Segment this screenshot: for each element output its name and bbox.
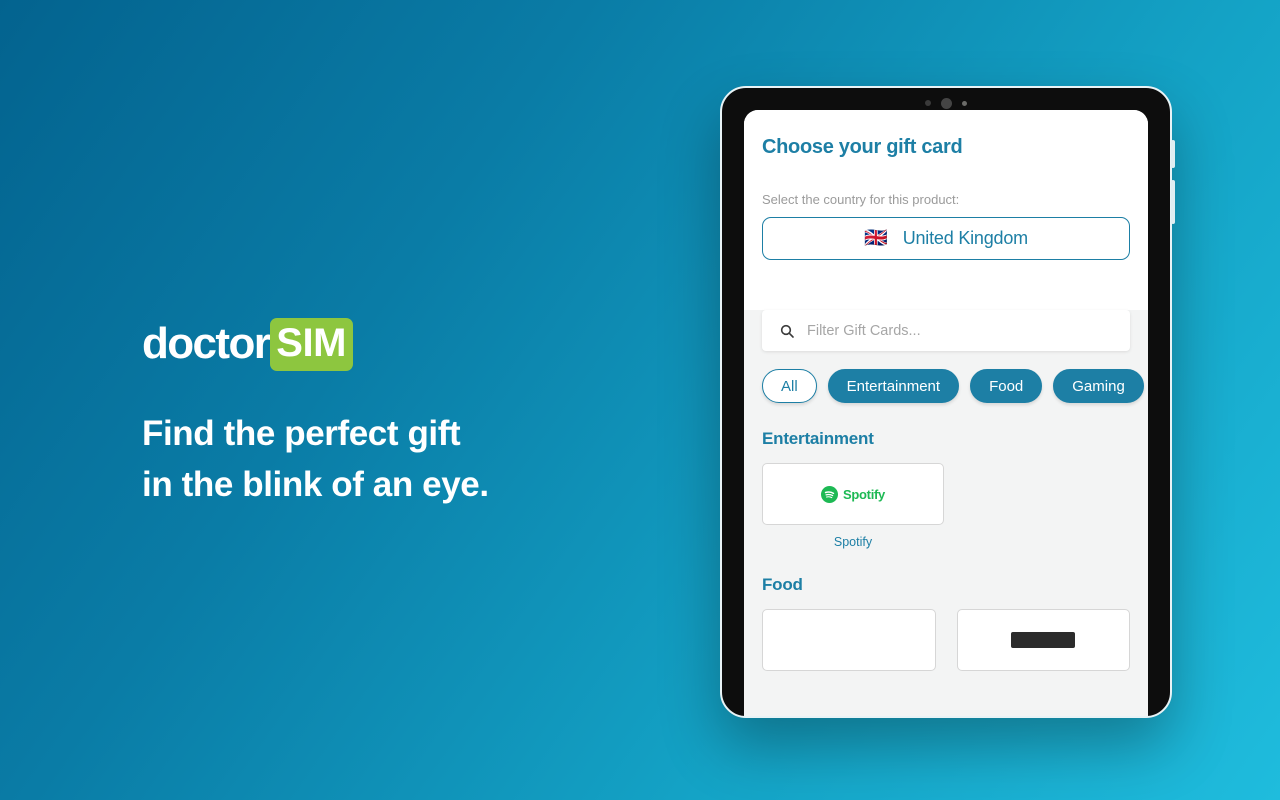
filter-chip-gaming[interactable]: Gaming [1053,369,1144,403]
filter-chip-entertainment[interactable]: Entertainment [827,369,960,403]
tagline-line-1: Find the perfect gift [142,414,461,453]
tagline: Find the perfect gift in the blink of an… [142,408,662,510]
tablet-device-frame: Choose your gift card Select the country… [720,86,1175,718]
spotify-wordmark: Spotify [843,486,885,502]
logo-word: doctor [142,319,271,368]
filter-chip-food[interactable]: Food [970,369,1043,403]
section-title-food: Food [762,575,803,594]
gift-card-tile[interactable] [762,609,936,671]
front-camera-cluster [722,97,1170,109]
filter-chip-all[interactable]: All [762,369,817,403]
filter-chip-entertainment-label: Entertainment [846,377,941,395]
gift-card-tile[interactable] [956,609,1130,671]
sensor-dot-icon [925,100,931,106]
uk-flag-icon: 🇬🇧 [864,228,888,249]
search-input[interactable] [807,322,1113,339]
promo-block: doctor SIM Find the perfect gift in the … [142,317,662,510]
gift-card-grid-entertainment: Spotify Spotify [762,463,1130,549]
gift-card-spotify[interactable]: Spotify Spotify [762,463,944,549]
volume-button[interactable] [1171,140,1175,168]
spotify-logo: Spotify [821,485,885,503]
gift-card-food-2[interactable] [956,609,1130,671]
tagline-line-2: in the blink of an eye. [142,465,489,505]
country-selected-value: United Kingdom [902,228,1028,248]
logo-sim-badge: SIM [270,317,353,371]
search-icon [780,324,794,338]
spotify-icon [821,485,839,503]
camera-lens-icon [941,97,952,109]
power-button[interactable] [1171,180,1175,224]
tablet-screen: Choose your gift card Select the country… [744,110,1148,716]
doctorsim-logo: doctor SIM [142,317,662,371]
indicator-dot-icon [962,100,967,106]
gift-card-name: Spotify [833,535,873,549]
gift-card-logo-placeholder [1011,632,1076,648]
app-header: Choose your gift card Select the country… [744,110,1148,260]
header-curve-divider [744,260,1148,294]
search-bar[interactable] [762,310,1130,351]
country-selector-label: Select the country for this product: [762,192,960,207]
filter-chip-gaming-label: Gaming [1072,377,1125,395]
filter-chip-food-label: Food [989,377,1024,395]
section-title-entertainment: Entertainment [762,429,874,448]
filter-chip-all-label: All [781,377,798,395]
country-selector[interactable]: 🇬🇧 United Kingdom [762,217,1130,260]
gift-card-tile[interactable]: Spotify [762,463,944,525]
page-title: Choose your gift card [762,136,963,158]
app-body: All Entertainment Food Gaming Entertainm… [744,310,1148,716]
category-filter-chips: All Entertainment Food Gaming [762,369,1144,403]
gift-card-food-1[interactable] [762,609,936,671]
gift-card-grid-food [762,609,1130,671]
